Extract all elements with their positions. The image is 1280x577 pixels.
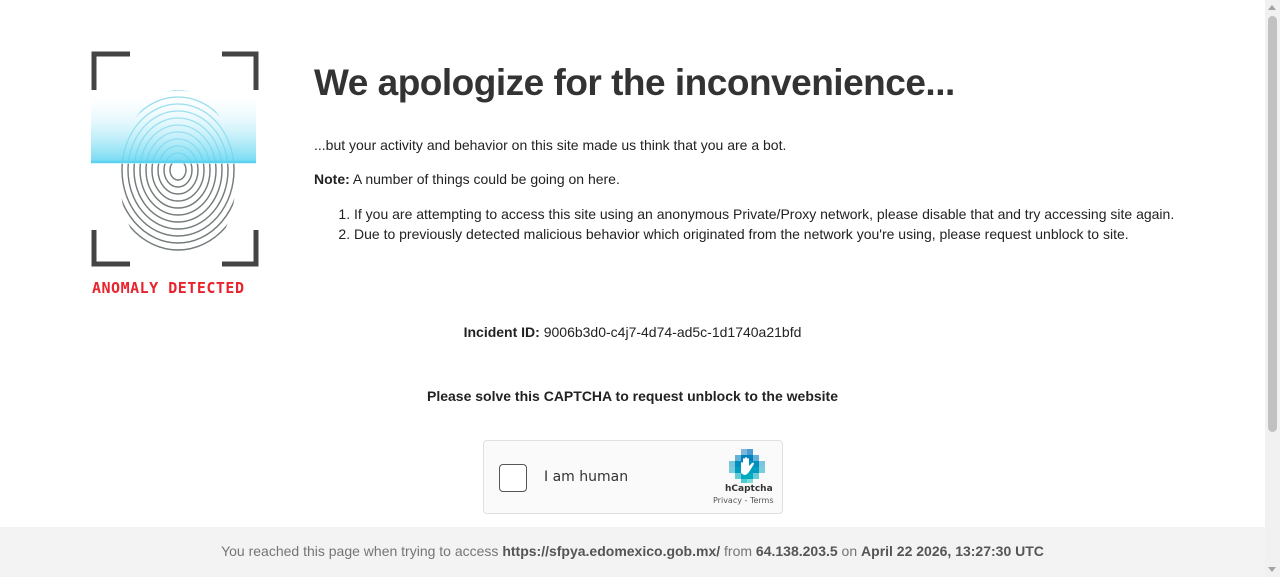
terms-link[interactable]: Terms <box>750 496 774 505</box>
note-text: Note: A number of things could be going … <box>314 171 620 187</box>
incident-id: Incident ID: 9006b3d0-c4j7-4d74-ad5c-1d1… <box>0 324 1265 340</box>
scroll-down-icon[interactable] <box>1268 567 1276 572</box>
privacy-link[interactable]: Privacy <box>713 496 742 505</box>
scroll-up-icon[interactable] <box>1268 5 1276 10</box>
page: ANOMALY DETECTED We apologize for the in… <box>0 0 1265 577</box>
footer-prefix: You reached this page when trying to acc… <box>221 543 503 559</box>
page-title: We apologize for the inconvenience... <box>314 62 955 103</box>
incident-label: Incident ID: <box>463 324 540 340</box>
captcha-prompt: Please solve this CAPTCHA to request unb… <box>426 388 838 404</box>
footer: You reached this page when trying to acc… <box>0 527 1265 577</box>
footer-on: on <box>837 543 862 559</box>
note-body: A number of things could be going on her… <box>349 171 620 187</box>
footer-ip: 64.138.203.5 <box>755 543 838 559</box>
hcaptcha-widget[interactable]: I am human hCaptcha Privacy - Terms <box>483 440 783 514</box>
intro-text: ...but your activity and behavior on thi… <box>314 137 787 153</box>
footer-datetime: April 22 2026, 13:27:30 UTC <box>861 543 1044 559</box>
hcaptcha-brand: hCaptcha <box>725 484 773 494</box>
link-separator: - <box>741 496 750 505</box>
captcha-checkbox[interactable] <box>499 464 527 492</box>
footer-url: https://sfpya.edomexico.gob.mx/ <box>502 543 721 559</box>
captcha-label: I am human <box>544 469 629 485</box>
footer-from: from <box>720 543 756 559</box>
list-item: If you are attempting to access this sit… <box>354 204 1174 224</box>
hcaptcha-hand-icon <box>729 449 765 483</box>
vertical-scrollbar[interactable] <box>1265 0 1280 577</box>
incident-value: 9006b3d0-c4j7-4d74-ad5c-1d1740a21bfd <box>539 324 802 340</box>
list-item: Due to previously detected malicious beh… <box>354 224 1174 244</box>
fingerprint-scan-icon <box>91 51 259 267</box>
note-label: Note: <box>314 171 350 187</box>
hcaptcha-links: Privacy - Terms <box>713 496 774 505</box>
anomaly-detected-caption: ANOMALY DETECTED <box>92 279 245 297</box>
reasons-list: If you are attempting to access this sit… <box>314 204 1174 244</box>
scrollbar-thumb[interactable] <box>1268 16 1277 432</box>
